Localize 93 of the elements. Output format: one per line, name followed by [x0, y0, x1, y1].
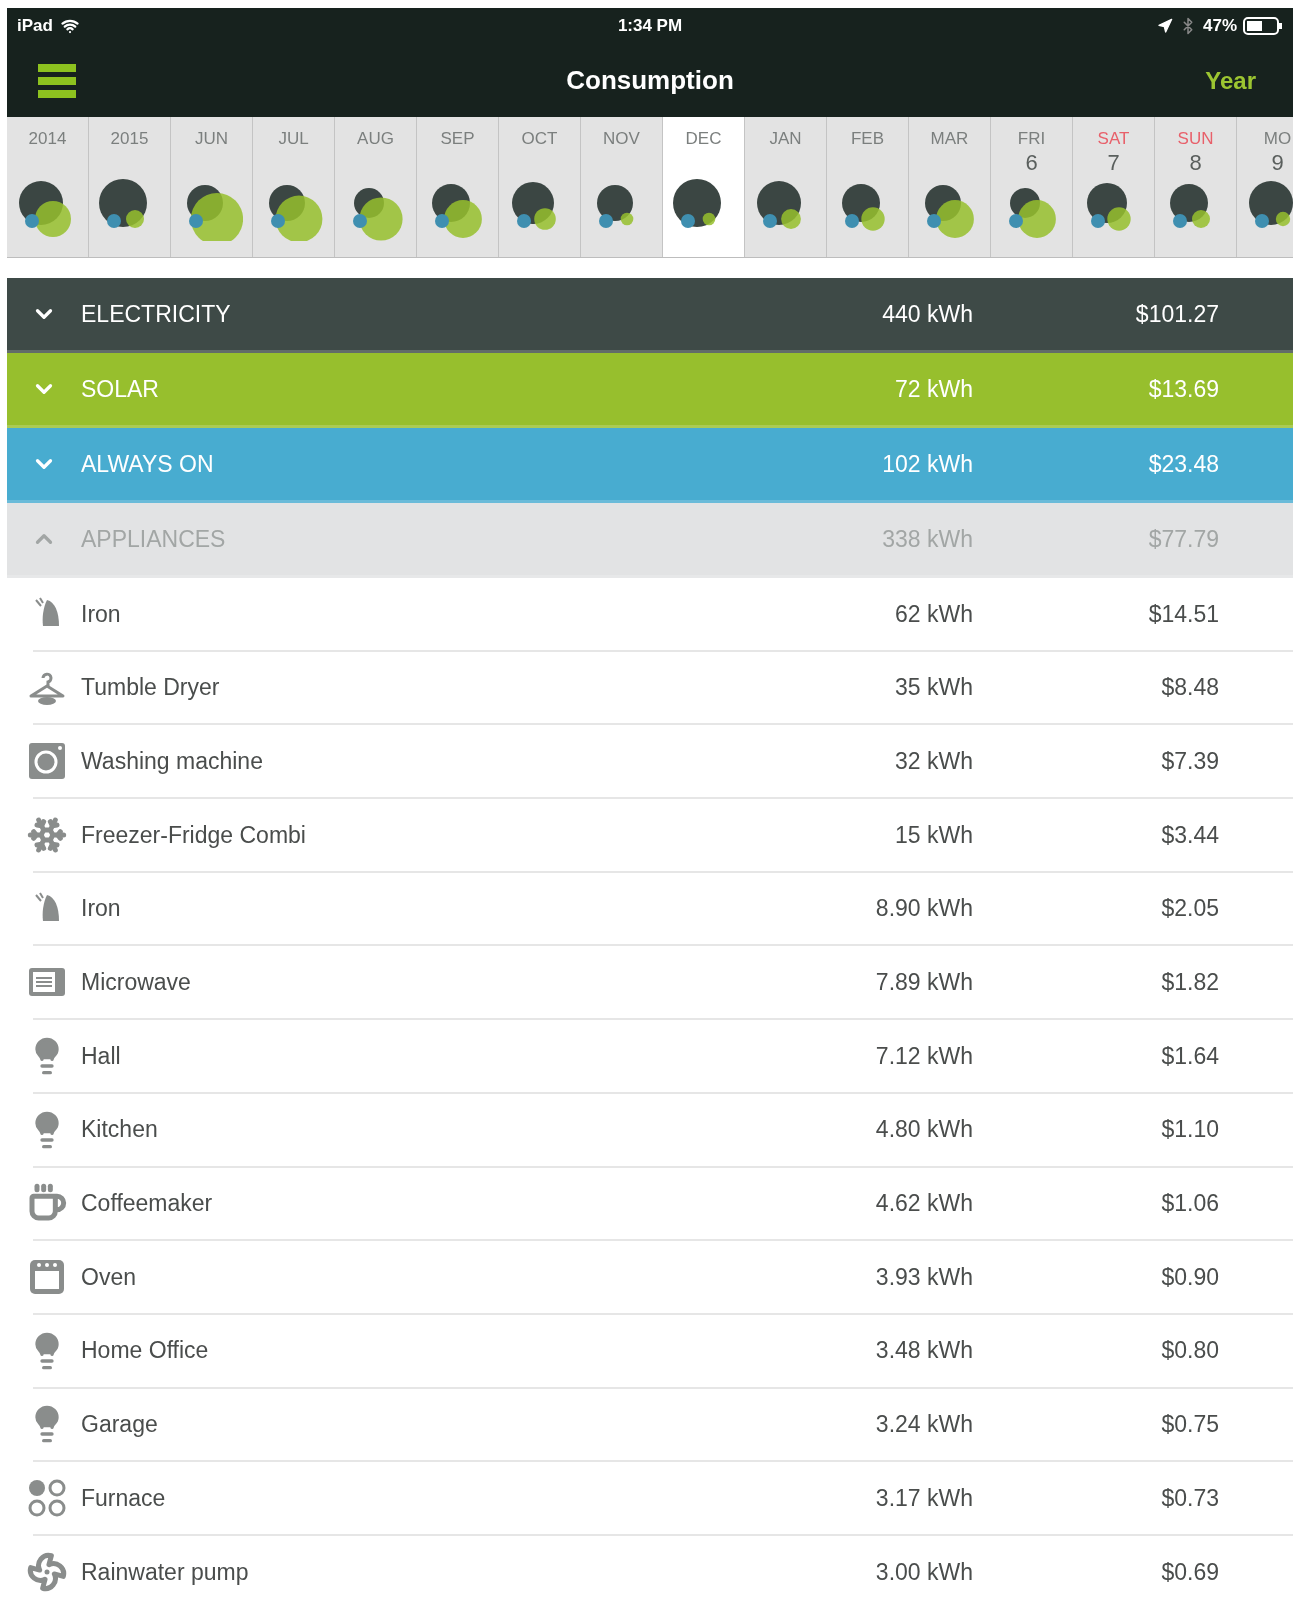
washing-machine-icon: [27, 741, 67, 782]
appliance-name: Iron: [81, 894, 122, 924]
appliance-name: Tumble Dryer: [81, 673, 221, 703]
appliance-cost: $1.64: [1160, 1041, 1220, 1071]
battery-icon: [1243, 17, 1283, 35]
category-energy: 440 kWh: [881, 299, 973, 329]
menu-icon[interactable]: [38, 63, 76, 98]
appliance-name: Garage: [81, 1410, 159, 1440]
category-label: SOLAR: [81, 374, 160, 404]
appliance-cost: $0.73: [1160, 1483, 1220, 1513]
appliance-cost: $7.39: [1160, 746, 1220, 776]
appliance-energy: 35 kWh: [894, 673, 973, 703]
period-label: 2015: [110, 129, 149, 149]
appliance-name: Coffeemaker: [81, 1189, 214, 1219]
period-label: DEC: [685, 129, 722, 149]
appliance-cost: $2.05: [1160, 894, 1220, 924]
appliance-cost: $1.06: [1160, 1189, 1220, 1219]
period-label: JUL: [278, 129, 309, 149]
appliance-energy: 3.24 kWh: [874, 1410, 973, 1440]
appliance-name: Home Office: [81, 1336, 210, 1366]
location-icon: [1156, 18, 1173, 34]
appliance-cost: $0.69: [1160, 1557, 1220, 1587]
appliance-energy: 62 kWh: [894, 599, 973, 629]
category-label: APPLIANCES: [81, 524, 227, 554]
appliance-energy: 3.48 kWh: [874, 1336, 973, 1366]
category-cost: $23.48: [1147, 449, 1220, 479]
status-time: 1:34 PM: [617, 15, 683, 38]
period-label: FEB: [850, 129, 885, 149]
category-row[interactable]: ALWAYS ON 102 kWh $23.48: [7, 428, 1293, 503]
appliance-energy: 3.93 kWh: [874, 1262, 973, 1292]
category-label: ELECTRICITY: [81, 299, 232, 329]
category-energy: 102 kWh: [881, 449, 973, 479]
period-label: SAT: [1097, 129, 1130, 149]
appliance-name: Furnace: [81, 1483, 167, 1513]
category-row[interactable]: SOLAR 72 kWh $13.69: [7, 353, 1293, 428]
wifi-icon: [60, 17, 79, 35]
period-label: AUG: [357, 129, 394, 149]
appliance-energy: 4.62 kWh: [874, 1189, 973, 1219]
period-label: FRI: [1017, 129, 1046, 149]
appliance-cost: $14.51: [1147, 599, 1220, 629]
period-button[interactable]: Year: [1205, 62, 1256, 99]
appliance-cost: $0.90: [1160, 1262, 1220, 1292]
category-cost: $101.27: [1134, 299, 1220, 329]
appliance-energy: 15 kWh: [894, 820, 973, 850]
appliance-name: Freezer-Fridge Combi: [81, 820, 307, 850]
period-label: JUN: [194, 129, 229, 149]
category-cost: $13.69: [1147, 374, 1220, 404]
day-number: 6: [1025, 151, 1038, 175]
device-name: iPad: [17, 15, 53, 38]
appliance-name: Microwave: [81, 968, 192, 998]
appliance-cost: $1.10: [1160, 1115, 1220, 1145]
appliance-name: Kitchen: [81, 1115, 159, 1145]
coffee-cup-icon: [27, 1183, 67, 1224]
category-row[interactable]: ELECTRICITY 440 kWh $101.27: [7, 278, 1293, 353]
category-cost: $77.79: [1147, 524, 1220, 554]
screen-title: Consumption: [565, 64, 735, 97]
period-label: SEP: [440, 129, 475, 149]
period-label: NOV: [603, 129, 640, 149]
appliance-energy: 7.89 kWh: [874, 968, 973, 998]
appliance-name: Iron: [81, 599, 122, 629]
appliance-name: Hall: [81, 1041, 122, 1071]
appliance-energy: 3.00 kWh: [874, 1557, 973, 1587]
category-energy: 338 kWh: [881, 524, 973, 554]
appliance-name: Rainwater pump: [81, 1557, 250, 1587]
appliance-cost: $0.75: [1160, 1410, 1220, 1440]
category-row[interactable]: APPLIANCES 338 kWh $77.79: [7, 503, 1293, 578]
fan-icon: [27, 1551, 67, 1592]
period-label: SUN: [1177, 129, 1214, 149]
appliance-cost: $8.48: [1160, 673, 1220, 703]
period-label: OCT: [521, 129, 558, 149]
day-number: 9: [1271, 151, 1284, 175]
appliance-cost: $3.44: [1160, 820, 1220, 850]
appliance-energy: 3.17 kWh: [874, 1483, 973, 1513]
category-label: ALWAYS ON: [81, 449, 215, 479]
period-label: MAR: [930, 129, 969, 149]
stove-burners-icon: [27, 1478, 67, 1519]
appliance-energy: 7.12 kWh: [874, 1041, 973, 1071]
battery-percent: 47%: [1202, 15, 1237, 38]
snowflake-icon: [27, 814, 67, 855]
appliance-name: Washing machine: [81, 746, 264, 776]
period-label: MO: [1263, 129, 1292, 149]
appliance-energy: 4.80 kWh: [874, 1115, 973, 1145]
appliance-cost: $0.80: [1160, 1336, 1220, 1366]
appliance-energy: 8.90 kWh: [874, 894, 973, 924]
category-energy: 72 kWh: [894, 374, 973, 404]
period-label: JAN: [769, 129, 802, 149]
appliance-cost: $1.82: [1160, 968, 1220, 998]
appliance-energy: 32 kWh: [894, 746, 973, 776]
day-number: 8: [1189, 151, 1202, 175]
appliance-name: Oven: [81, 1262, 137, 1292]
period-label: 2014: [28, 129, 67, 149]
timeline-tab[interactable]: DEC: [663, 117, 745, 257]
day-number: 7: [1107, 151, 1120, 175]
